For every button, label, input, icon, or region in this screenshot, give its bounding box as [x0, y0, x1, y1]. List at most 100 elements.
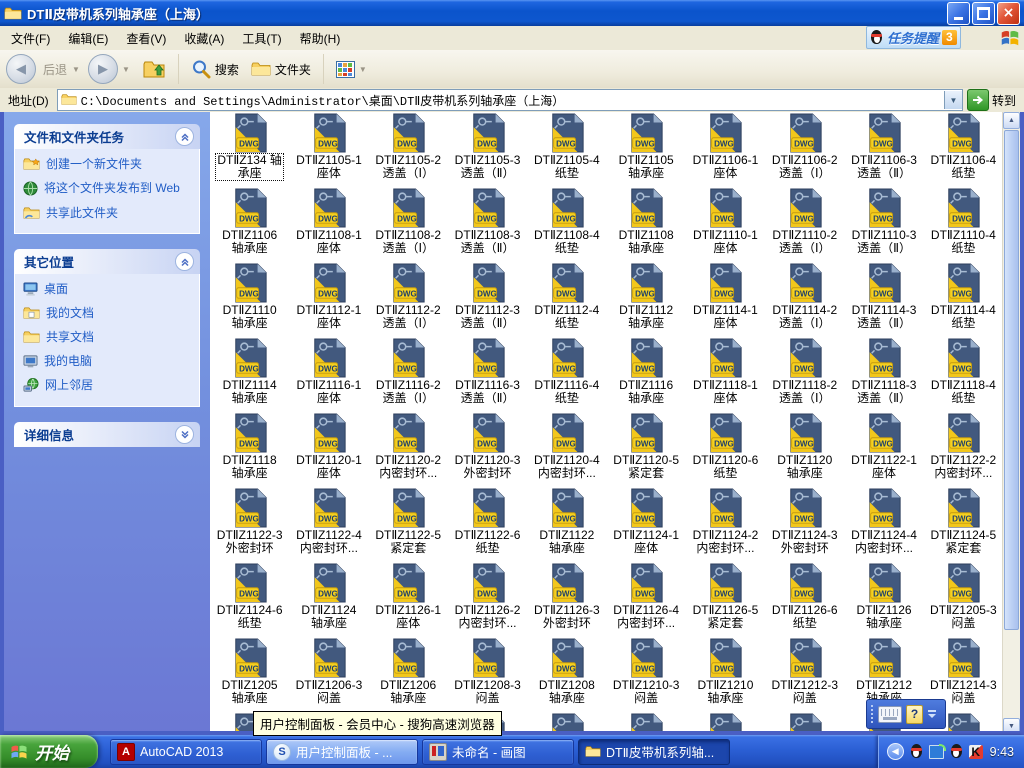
go-button[interactable]: 转到 [967, 89, 1020, 111]
help-icon[interactable]: ? [906, 705, 923, 724]
file-item[interactable]: DWG DTⅡZ1120-4内密封环... [527, 413, 606, 488]
menu-item[interactable]: 查看(V) [117, 27, 175, 50]
forward-dropdown-icon[interactable]: ▼ [122, 65, 130, 74]
file-item[interactable]: DWG DTⅡZ1116-2透盖（Ⅰ） [369, 338, 448, 413]
file-item[interactable]: DWG DTⅡZ1120-5紧定套 [607, 413, 686, 488]
network-tray-icon[interactable] [929, 744, 944, 760]
folders-button[interactable]: 文件夹 [247, 59, 315, 80]
file-item[interactable]: DWG DTⅡZ1108轴承座 [607, 188, 686, 263]
file-item[interactable]: DWG DTⅡZ1205轴承座 [210, 638, 289, 713]
messenger-tray-icon[interactable] [949, 744, 964, 760]
start-button[interactable]: 开始 [0, 735, 98, 768]
file-item[interactable]: DWG DTⅡZ1205-3闷盖 [924, 563, 1003, 638]
taskbar-button[interactable]: 未命名 - 画图 [422, 739, 574, 765]
file-item[interactable]: DWG DTⅡZ1108-4纸垫 [527, 188, 606, 263]
file-item[interactable]: DWG DTⅡZ1106-4纸垫 [924, 113, 1003, 188]
file-item[interactable]: DWG DTⅡZ1124-5紧定套 [924, 488, 1003, 563]
panel-details-header[interactable]: 详细信息 [14, 422, 200, 447]
file-item[interactable]: DWG DTⅡZ1108-1座体 [289, 188, 368, 263]
langbar-grip[interactable] [870, 704, 874, 724]
chevron-up-icon[interactable] [175, 127, 194, 146]
sidebar-item[interactable]: 网上邻居 [23, 378, 193, 396]
file-item[interactable]: DWG DTⅡZ1108-3透盖（Ⅱ） [448, 188, 527, 263]
title-bar[interactable]: DTⅡ皮带机系列轴承座（上海） × [0, 0, 1024, 26]
taskbar-button[interactable]: DTⅡ皮带机系列轴... [578, 739, 730, 765]
file-item[interactable]: DWG DTⅡZ1112-2透盖（Ⅰ） [369, 263, 448, 338]
address-input[interactable] [79, 92, 944, 108]
chevron-down-icon[interactable] [175, 425, 194, 444]
file-item[interactable]: DWG DTⅡZ1126-3外密封环 [527, 563, 606, 638]
file-item[interactable]: DWG DTⅡZ1118-4纸垫 [924, 338, 1003, 413]
sidebar-item[interactable]: 共享此文件夹 [23, 206, 193, 223]
langbar-options[interactable] [928, 710, 936, 718]
file-item[interactable]: DWG DTⅡZ1110-1座体 [686, 188, 765, 263]
forward-button[interactable]: ▶ [88, 54, 118, 84]
file-item[interactable]: DWG DTⅡZ1116-3透盖（Ⅱ） [448, 338, 527, 413]
tray-collapse-icon[interactable]: ◀ [887, 743, 904, 760]
file-item[interactable]: DWG DTⅡZ1118轴承座 [210, 413, 289, 488]
file-item[interactable]: DWG DTⅡZ1124-2内密封环... [686, 488, 765, 563]
file-item[interactable]: DWG DTⅡZ1122轴承座 [527, 488, 606, 563]
chevron-up-icon[interactable] [175, 252, 194, 271]
file-item[interactable]: DWG DTⅡZ1106-3透盖（Ⅱ） [844, 113, 923, 188]
file-item[interactable]: DWG DTⅡZ1114-3透盖（Ⅱ） [844, 263, 923, 338]
file-item[interactable]: DWG DTⅡZ1110-3透盖（Ⅱ） [844, 188, 923, 263]
file-item[interactable]: DWG DTⅡZ1126-6纸垫 [765, 563, 844, 638]
back-button[interactable]: ◀ [6, 54, 36, 84]
file-item[interactable]: DWG DTⅡZ1120-1座体 [289, 413, 368, 488]
file-item[interactable]: DWG DTⅡZ1126-4内密封环... [607, 563, 686, 638]
sidebar-item[interactable]: 创建一个新文件夹 [23, 157, 193, 174]
file-item[interactable]: DWG DTⅡZ1118-1座体 [686, 338, 765, 413]
task-reminder-badge[interactable]: 任务提醒 3 [866, 26, 961, 49]
file-item[interactable]: DWG DTⅡZ1124-1座体 [607, 488, 686, 563]
file-item[interactable]: DWG DTⅡZ1206-3闷盖 [289, 638, 368, 713]
file-item[interactable]: DWG DTⅡZ1208轴承座 [527, 638, 606, 713]
file-item[interactable]: DWG DTⅡZ1210轴承座 [686, 638, 765, 713]
file-item[interactable]: DWG DTⅡZ1126轴承座 [844, 563, 923, 638]
file-item[interactable]: DWG DTⅡZ1110轴承座 [210, 263, 289, 338]
file-item[interactable]: DWG DTⅡZ1110-4纸垫 [924, 188, 1003, 263]
file-item[interactable]: DWG DTⅡZ1208-3闷盖 [448, 638, 527, 713]
file-item[interactable]: DWG DTⅡZ1106轴承座 [210, 188, 289, 263]
minimize-button[interactable] [947, 2, 970, 25]
file-item[interactable]: DWG DTⅡZ1114-1座体 [686, 263, 765, 338]
file-item[interactable]: DWG DTⅡZ1112-1座体 [289, 263, 368, 338]
file-item[interactable]: DWG DTⅡZ1126-1座体 [369, 563, 448, 638]
qq-tray-icon[interactable] [909, 744, 924, 760]
sidebar-item[interactable]: 我的文档 [23, 306, 193, 323]
file-item[interactable]: DWG DTⅡZ1124轴承座 [289, 563, 368, 638]
file-item[interactable]: DWG DTⅡZ1118-2透盖（Ⅰ） [765, 338, 844, 413]
file-item[interactable]: DWG DTⅡZ1110-2透盖（Ⅰ） [765, 188, 844, 263]
file-item[interactable]: DWG DTⅡZ1106-1座体 [686, 113, 765, 188]
file-item[interactable]: DWG DTⅡZ1122-1座体 [844, 413, 923, 488]
file-item[interactable]: DWG DTⅡZ1122-3外密封环 [210, 488, 289, 563]
file-item[interactable]: DWG DTⅡZ1122-5紧定套 [369, 488, 448, 563]
sidebar-item[interactable]: 将这个文件夹发布到 Web [23, 181, 193, 199]
file-item[interactable]: DWG DTⅡZ1105轴承座 [607, 113, 686, 188]
file-item[interactable]: DWG DTⅡZ1108-2透盖（Ⅰ） [369, 188, 448, 263]
scroll-up-button[interactable]: ▲ [1003, 112, 1020, 129]
file-item[interactable]: DWG DTⅡZ1116-1座体 [289, 338, 368, 413]
file-item[interactable]: DWG DTⅡZ1105-2透盖（Ⅰ） [369, 113, 448, 188]
file-item[interactable]: DWG DTⅡZ1212-3闷盖 [765, 638, 844, 713]
file-item[interactable]: DWG DTⅡZ1120轴承座 [765, 413, 844, 488]
file-item[interactable]: DWG DTⅡZ1124-3外密封环 [765, 488, 844, 563]
back-dropdown-icon[interactable]: ▼ [72, 65, 80, 74]
address-dropdown-button[interactable]: ▼ [944, 91, 962, 109]
close-button[interactable]: × [997, 2, 1020, 25]
scroll-thumb[interactable] [1004, 130, 1019, 630]
file-item[interactable]: DWG DTⅡZ1124-6纸垫 [210, 563, 289, 638]
file-item[interactable]: DWG DTⅡZ1114-4纸垫 [924, 263, 1003, 338]
file-item[interactable]: DWG DTⅡZ1105-1座体 [289, 113, 368, 188]
vertical-scrollbar[interactable]: ▲ ▼ [1002, 112, 1020, 735]
kaspersky-tray-icon[interactable]: K [969, 745, 983, 759]
language-bar[interactable]: ? [866, 699, 946, 729]
file-item[interactable]: DWG DTⅡZ1114轴承座 [210, 338, 289, 413]
file-item[interactable]: DWG DTⅡZ1105-3透盖（Ⅱ） [448, 113, 527, 188]
sidebar-item[interactable]: 桌面 [23, 282, 193, 299]
menu-item[interactable]: 帮助(H) [291, 27, 350, 50]
file-item[interactable]: DWG DTⅡZ1112-4纸垫 [527, 263, 606, 338]
file-item[interactable]: DWG DTⅡZ1118-3透盖（Ⅱ） [844, 338, 923, 413]
file-item[interactable]: DWG DTⅡZ1122-6纸垫 [448, 488, 527, 563]
panel-other-places-header[interactable]: 其它位置 [14, 249, 200, 274]
